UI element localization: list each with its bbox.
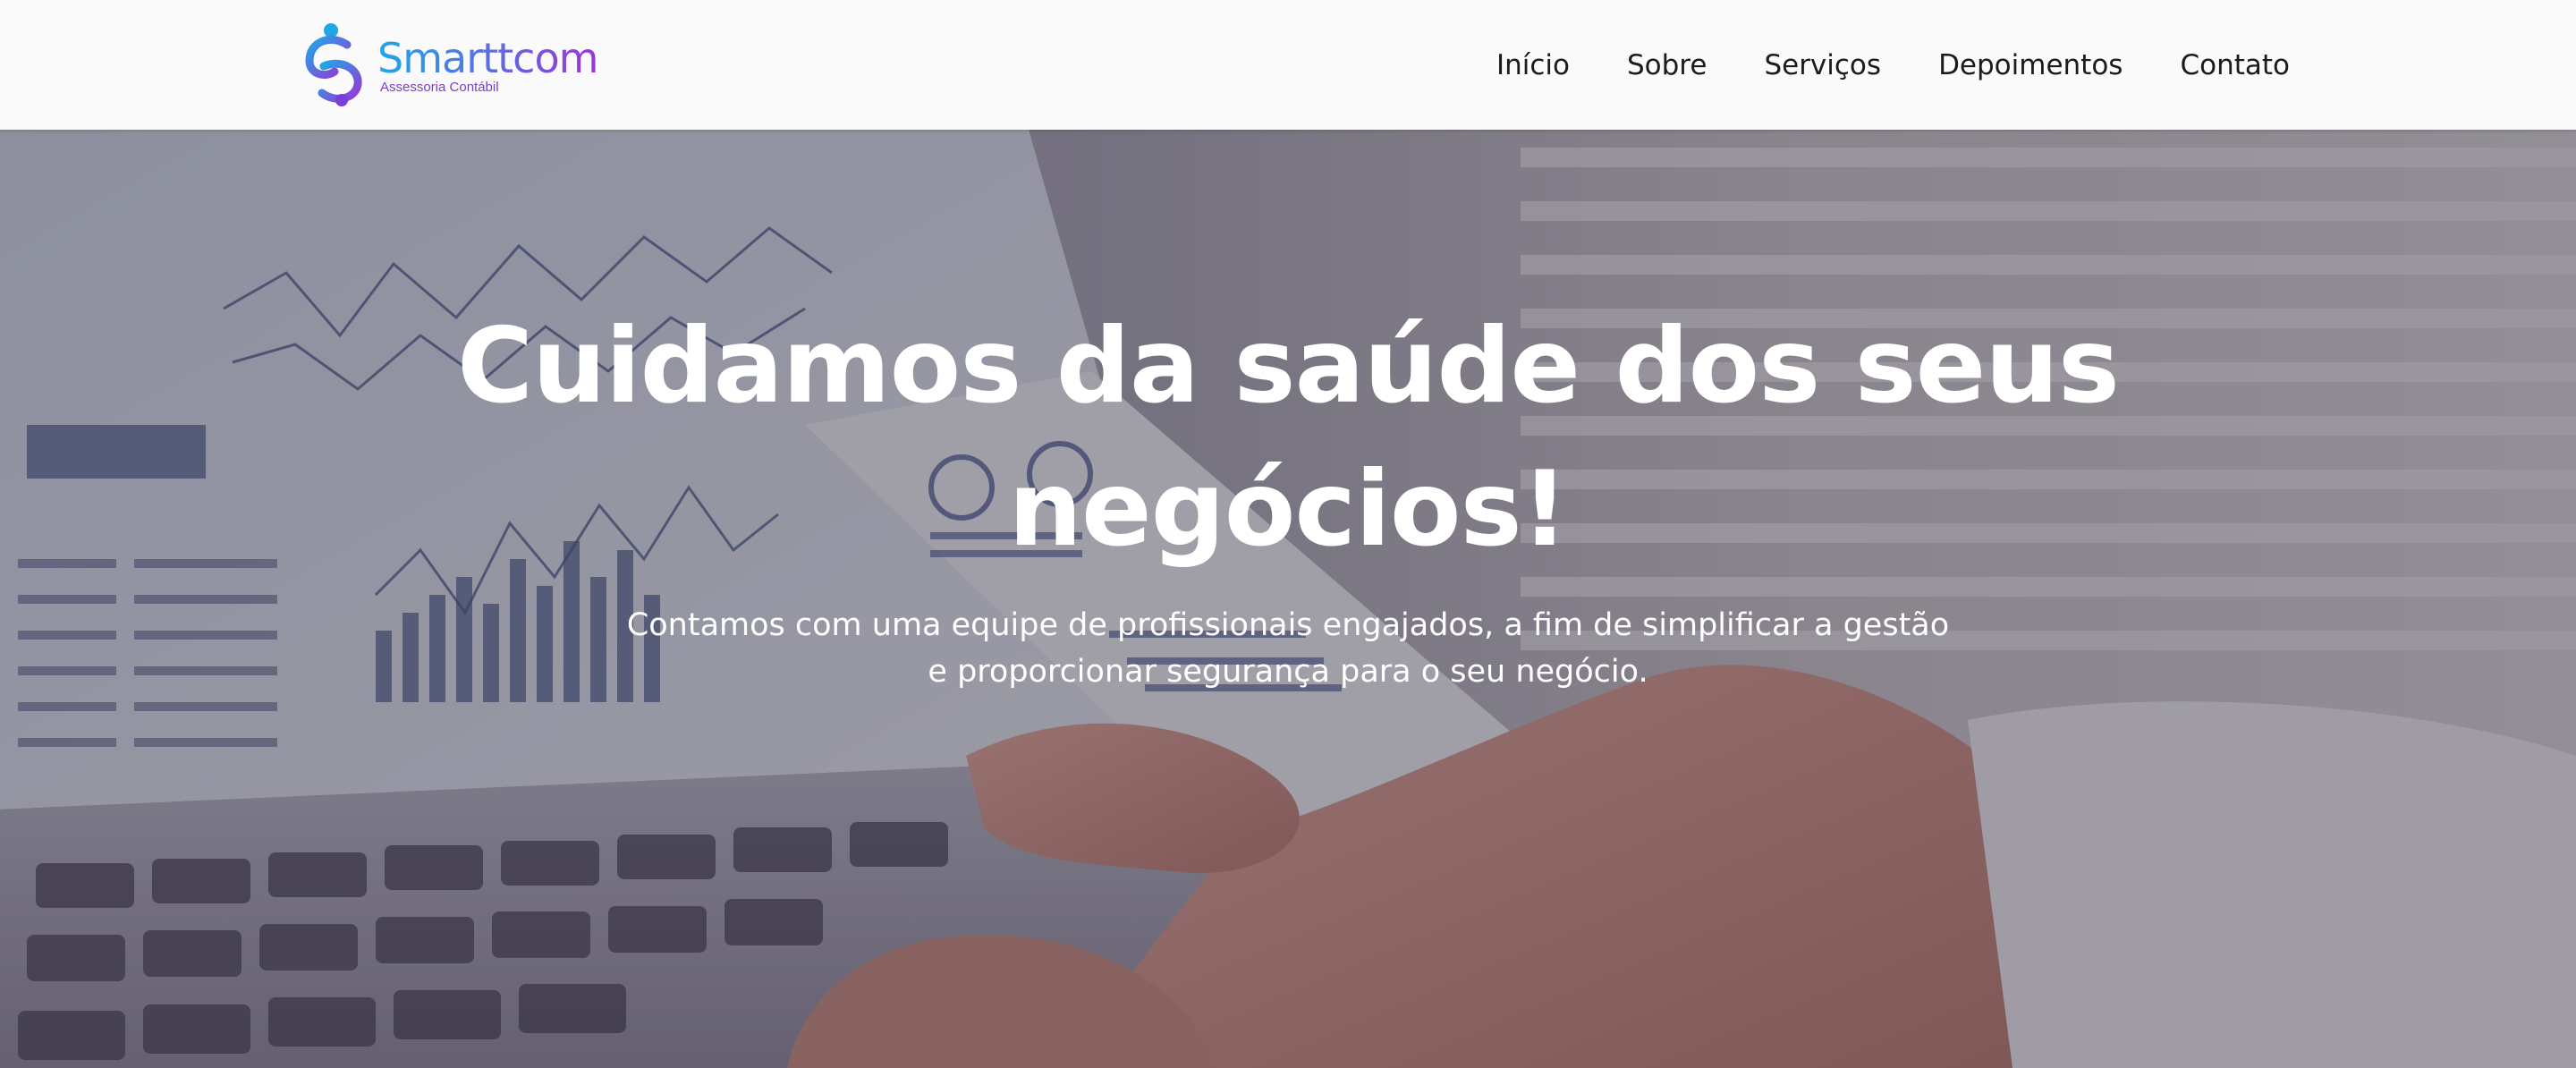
hero-subtitle: Contamos com uma equipe de profissionais… — [626, 607, 1950, 690]
nav-link-contato[interactable]: Contato — [2180, 49, 2290, 81]
hero-title: Cuidamos da saúde dos seus negócios! — [457, 306, 2120, 570]
nav-link-depoimentos[interactable]: Depoimentos — [1938, 49, 2123, 81]
nav-link-inicio[interactable]: Início — [1496, 49, 1570, 81]
nav-link-servicos[interactable]: Serviços — [1764, 49, 1881, 81]
nav-link-sobre[interactable]: Sobre — [1627, 49, 1707, 81]
main-nav: Início Sobre Serviços Depoimentos Contat… — [1496, 0, 2290, 130]
hero-section: Cuidamos da saúde dos seus negócios! Con… — [0, 130, 2576, 1068]
brand-logo[interactable]: Smarttcom Assessoria Contábil — [304, 20, 598, 109]
hero-overlay — [0, 130, 2576, 1068]
logo-icon — [305, 23, 362, 106]
brand-name: Smarttcom — [377, 33, 598, 82]
brand-tagline: Assessoria Contábil — [380, 79, 499, 95]
navbar: Smarttcom Assessoria Contábil Início Sob… — [0, 0, 2576, 130]
